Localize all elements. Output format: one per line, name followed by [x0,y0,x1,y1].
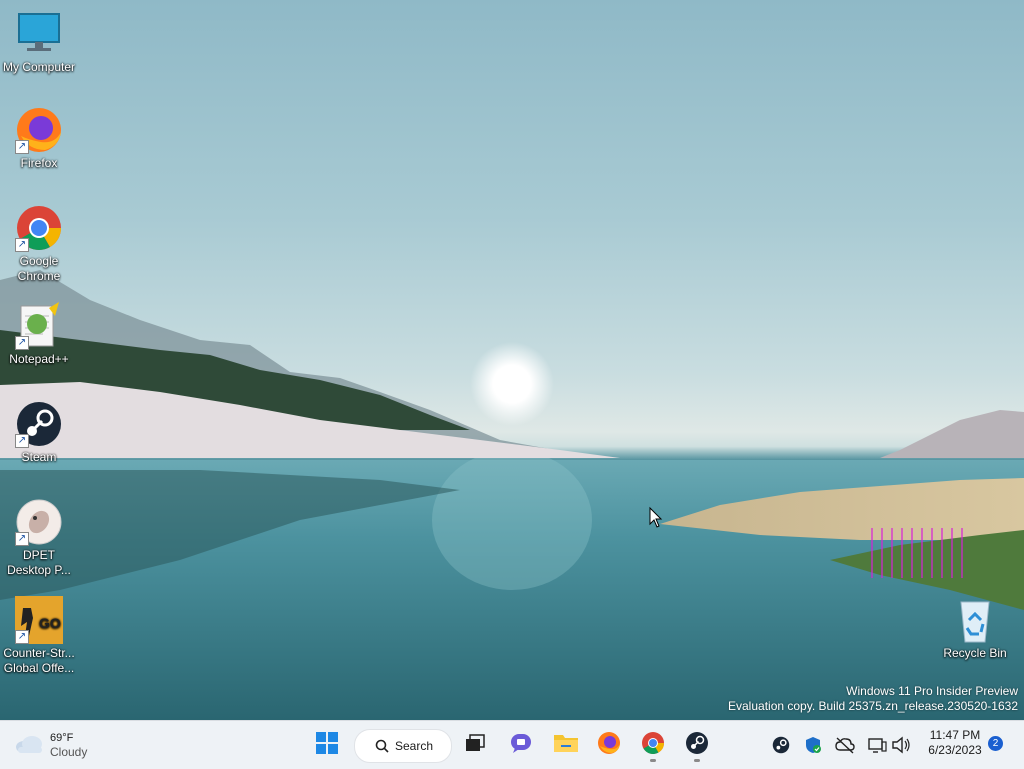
taskbar-chrome-button[interactable] [635,727,671,763]
file-explorer-button[interactable] [548,727,584,763]
dpet-icon: ↗ [15,498,63,546]
steam-icon [685,731,709,760]
desktop-icon-csgo[interactable]: GO ↗ Counter-Str... Global Offe... [1,596,77,676]
desktop-icon-label: Steam [21,450,57,464]
cloud-icon [14,733,44,757]
desktop-icon-label: Counter-Str... Global Offe... [3,646,75,675]
taskbar-search-box[interactable]: Search [354,729,452,763]
taskbar-steam-button[interactable] [679,727,715,763]
notepadpp-icon: ↗ [15,302,63,350]
desktop-icon-label: Firefox [20,156,58,170]
search-icon [375,739,389,753]
start-button[interactable] [309,727,345,763]
steam-icon: ↗ [15,400,63,448]
shortcut-arrow-icon: ↗ [15,336,29,350]
desktop-icon-label: My Computer [2,60,76,74]
desktop-icon-chrome[interactable]: ↗ Google Chrome [1,204,77,284]
desktop-icon-label: DPET Desktop P... [7,548,71,577]
windows-start-icon [315,731,339,760]
taskbar-clock[interactable]: 11:47 PM 6/23/2023 [922,728,988,758]
desktop-icon-label: Notepad++ [9,352,69,366]
chrome-icon: ↗ [15,204,63,252]
shortcut-arrow-icon: ↗ [15,238,29,252]
desktop-icon-label: Recycle Bin [943,646,1007,660]
firefox-icon [597,731,621,760]
steam-tray-icon[interactable] [770,733,792,757]
weather-temperature: 69°F [50,731,74,744]
clock-date: 6/23/2023 [928,743,982,757]
defender-shield-icon[interactable] [802,733,824,757]
teams-chat-icon [509,731,533,760]
cloud-offline-icon[interactable] [834,733,856,757]
taskbar: 69°F Cloudy Search [0,720,1024,769]
desktop-icon-my-computer[interactable]: My Computer [1,10,77,75]
desktop-icon-firefox[interactable]: ↗ Firefox [1,106,77,171]
weather-condition: Cloudy [50,744,88,759]
recycle-bin-icon [951,596,999,644]
svg-text:GO: GO [39,615,61,631]
desktop-icon-notepadpp[interactable]: ↗ Notepad++ [1,302,77,367]
running-indicator [694,759,700,762]
folder-icon [553,731,579,760]
watermark-line-1: Windows 11 Pro Insider Preview [846,684,1018,698]
desktop-wallpaper [0,0,1024,720]
desktop-icon-steam[interactable]: ↗ Steam [1,400,77,465]
shortcut-arrow-icon: ↗ [15,532,29,546]
task-view-button[interactable] [457,727,493,763]
monitor-icon [15,10,63,58]
windows-evaluation-watermark: Windows 11 Pro Insider Preview Evaluatio… [728,684,1018,714]
desktop-icon-label: Google Chrome [17,254,61,283]
notification-badge[interactable]: 2 [988,736,1003,751]
csgo-icon: GO ↗ [15,596,63,644]
watermark-line-2: Evaluation copy. Build 25375.zn_release.… [728,699,1018,713]
taskbar-firefox-button[interactable] [591,727,627,763]
shortcut-arrow-icon: ↗ [15,630,29,644]
weather-widget[interactable]: 69°F Cloudy [14,727,87,763]
network-icon[interactable] [866,733,888,757]
running-indicator [650,759,656,762]
task-view-icon [464,732,486,759]
desktop-icon-recycle-bin[interactable]: Recycle Bin [937,596,1013,661]
shortcut-arrow-icon: ↗ [15,140,29,154]
chrome-icon [641,731,665,760]
chat-button[interactable] [503,727,539,763]
clock-time: 11:47 PM [929,728,981,742]
shortcut-arrow-icon: ↗ [15,434,29,448]
volume-icon[interactable] [890,733,912,757]
firefox-icon: ↗ [15,106,63,154]
desktop-icon-dpet[interactable]: ↗ DPET Desktop P... [1,498,77,578]
search-label: Search [395,739,434,753]
